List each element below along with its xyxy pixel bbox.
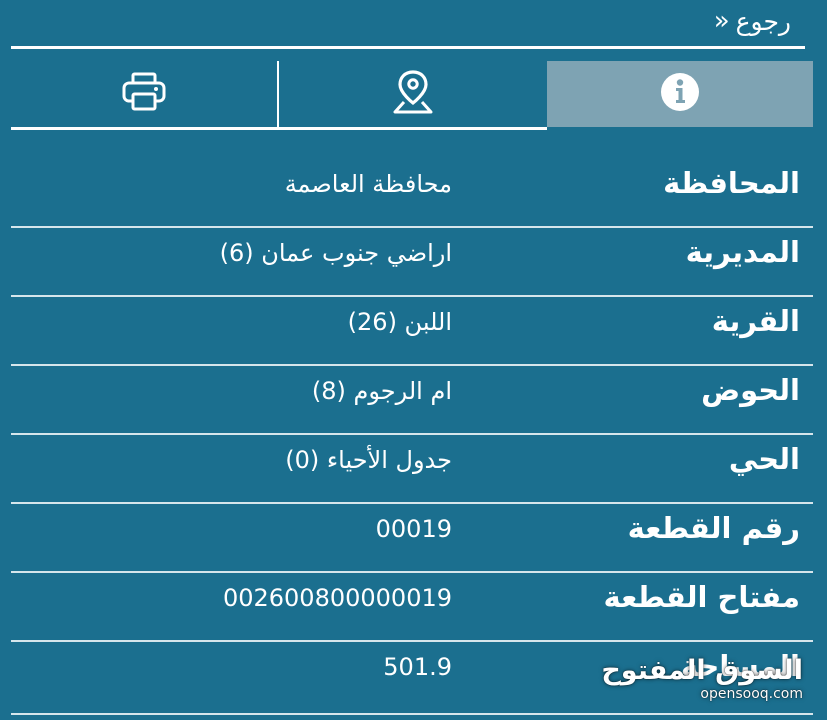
row-label: الحوض bbox=[701, 373, 800, 407]
list-item: المديرية اراضي جنوب عمان (6) bbox=[0, 227, 827, 297]
row-value: ام الرجوم (8) bbox=[311, 377, 452, 405]
row-value: محافظة العاصمة bbox=[284, 170, 452, 198]
row-value: 002600800000019 bbox=[222, 584, 452, 612]
back-link[interactable]: رجوع « bbox=[714, 4, 791, 38]
list-item: رقم القطعة 00019 bbox=[0, 503, 827, 573]
watermark-logo: السوق المفتوح opensooq.com bbox=[601, 655, 803, 703]
back-label: رجوع bbox=[735, 6, 791, 36]
row-value: 501.9 bbox=[383, 653, 452, 681]
row-label: المحافظة bbox=[663, 166, 800, 200]
row-label: رقم القطعة bbox=[627, 511, 800, 545]
watermark-arabic: السوق المفتوح bbox=[601, 655, 803, 686]
row-label: مفتاح القطعة bbox=[603, 580, 800, 614]
map-pin-icon bbox=[391, 68, 435, 120]
tab-bar-divider bbox=[11, 127, 547, 130]
info-icon bbox=[659, 71, 701, 117]
header-divider bbox=[11, 46, 805, 49]
double-chevron-left-icon: « bbox=[713, 6, 730, 36]
list-item: مفتاح القطعة 002600800000019 bbox=[0, 572, 827, 642]
row-value: 00019 bbox=[375, 515, 452, 543]
printer-icon bbox=[121, 72, 167, 116]
details-list: المحافظة محافظة العاصمة المديرية اراضي ج… bbox=[0, 158, 827, 710]
list-item: المحافظة محافظة العاصمة bbox=[0, 158, 827, 228]
row-value: جدول الأحياء (0) bbox=[285, 446, 452, 474]
row-label: المديرية bbox=[685, 235, 800, 269]
row-value: اللبن (26) bbox=[347, 308, 452, 336]
list-item: القرية اللبن (26) bbox=[0, 296, 827, 366]
tab-print[interactable] bbox=[11, 61, 277, 127]
list-item: الحوض ام الرجوم (8) bbox=[0, 365, 827, 435]
row-value: اراضي جنوب عمان (6) bbox=[219, 239, 452, 267]
top-bar: رجوع « bbox=[0, 0, 827, 49]
list-item: الحي جدول الأحياء (0) bbox=[0, 434, 827, 504]
tab-bar bbox=[11, 61, 813, 130]
tab-info[interactable] bbox=[547, 61, 813, 127]
watermark-latin: opensooq.com bbox=[700, 686, 803, 702]
list-bottom-divider bbox=[11, 713, 813, 715]
tab-location[interactable] bbox=[279, 61, 547, 127]
row-label: الحي bbox=[728, 442, 800, 476]
row-label: القرية bbox=[711, 304, 800, 338]
